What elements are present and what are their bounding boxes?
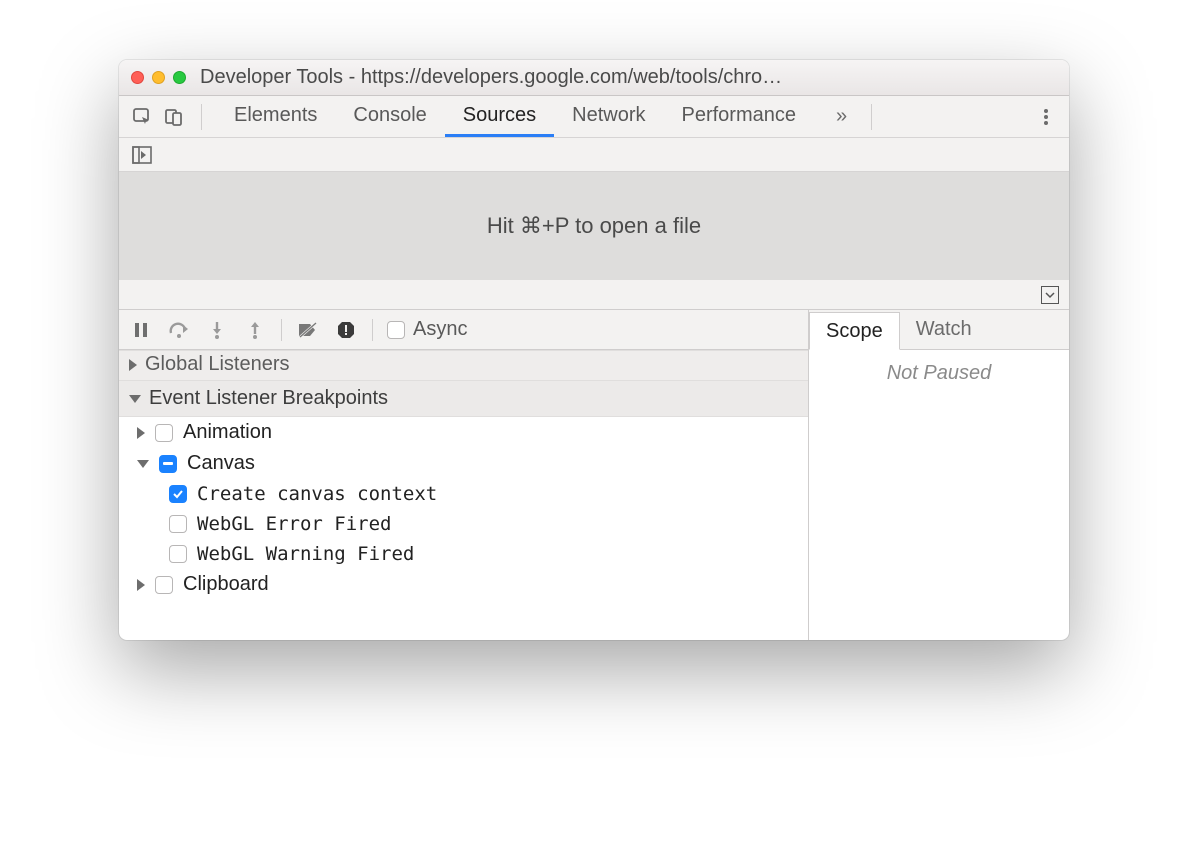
kebab-menu-icon[interactable] xyxy=(1033,107,1059,127)
titlebar: Developer Tools - https://developers.goo… xyxy=(119,60,1069,96)
sources-subbar xyxy=(119,138,1069,172)
tab-performance[interactable]: Performance xyxy=(664,96,815,137)
scope-tabs: Scope Watch xyxy=(809,310,1069,350)
category-label: Canvas xyxy=(187,452,255,475)
devtools-window: Developer Tools - https://developers.goo… xyxy=(119,60,1069,640)
scope-status: Not Paused xyxy=(809,350,1069,640)
step-over-icon[interactable] xyxy=(167,318,191,342)
category-label: Animation xyxy=(183,421,272,444)
scope-pane: Scope Watch Not Paused xyxy=(809,310,1069,640)
step-into-icon[interactable] xyxy=(205,318,229,342)
open-file-hint-text: Hit ⌘+P to open a file xyxy=(487,213,701,239)
breakpoint-checkbox[interactable] xyxy=(169,485,187,503)
open-file-hint: Hit ⌘+P to open a file xyxy=(119,172,1069,280)
breakpoint-label: WebGL Error Fired xyxy=(197,513,391,535)
tab-elements[interactable]: Elements xyxy=(216,96,335,137)
category-canvas[interactable]: Canvas xyxy=(119,448,808,479)
drawer-bar xyxy=(119,280,1069,310)
scope-status-text: Not Paused xyxy=(887,362,992,385)
section-event-listener-breakpoints[interactable]: Event Listener Breakpoints xyxy=(119,381,808,417)
separator xyxy=(871,104,872,130)
tab-watch[interactable]: Watch xyxy=(900,310,988,349)
main-tabbar: Elements Console Sources Network Perform… xyxy=(119,96,1069,138)
section-global-listeners[interactable]: Global Listeners xyxy=(119,350,808,381)
pause-on-exceptions-icon[interactable] xyxy=(334,318,358,342)
main-tabs: Elements Console Sources Network Perform… xyxy=(216,96,814,137)
chevron-down-icon xyxy=(129,395,141,403)
category-checkbox[interactable] xyxy=(155,576,173,594)
category-animation[interactable]: Animation xyxy=(119,417,808,448)
async-checkbox[interactable] xyxy=(387,321,405,339)
window-title: Developer Tools - https://developers.goo… xyxy=(200,66,1057,89)
traffic-lights xyxy=(131,71,186,84)
chevron-right-icon xyxy=(137,579,145,591)
breakpoint-label: WebGL Warning Fired xyxy=(197,543,414,565)
breakpoint-webgl-warning-fired[interactable]: WebGL Warning Fired xyxy=(119,539,808,569)
breakpoint-create-canvas-context[interactable]: Create canvas context xyxy=(119,479,808,509)
close-window-button[interactable] xyxy=(131,71,144,84)
separator xyxy=(372,319,373,341)
minimize-window-button[interactable] xyxy=(152,71,165,84)
breakpoint-checkbox[interactable] xyxy=(169,545,187,563)
category-checkbox[interactable] xyxy=(159,455,177,473)
breakpoint-checkbox[interactable] xyxy=(169,515,187,533)
separator xyxy=(281,319,282,341)
inspect-element-icon[interactable] xyxy=(129,104,155,130)
category-clipboard[interactable]: Clipboard xyxy=(119,569,808,600)
tab-scope[interactable]: Scope xyxy=(809,312,900,350)
tab-network[interactable]: Network xyxy=(554,96,663,137)
tab-sources[interactable]: Sources xyxy=(445,96,554,137)
category-label: Clipboard xyxy=(183,573,269,596)
chevron-right-icon xyxy=(137,427,145,439)
breakpoint-webgl-error-fired[interactable]: WebGL Error Fired xyxy=(119,509,808,539)
expand-drawer-icon[interactable] xyxy=(1041,286,1059,304)
debug-toolbar: Async xyxy=(119,310,808,350)
tab-console[interactable]: Console xyxy=(335,96,444,137)
zoom-window-button[interactable] xyxy=(173,71,186,84)
breakpoint-tree: Animation Canvas Create canvas context xyxy=(119,417,808,600)
section-label: Event Listener Breakpoints xyxy=(149,387,388,410)
pause-icon[interactable] xyxy=(129,318,153,342)
breakpoint-label: Create canvas context xyxy=(197,483,437,505)
chevron-right-icon xyxy=(129,359,137,371)
step-out-icon[interactable] xyxy=(243,318,267,342)
tabs-overflow-button[interactable]: » xyxy=(826,105,857,128)
debugger-left-pane: Async Global Listeners Event Listener Br… xyxy=(119,310,809,640)
chevron-down-icon xyxy=(137,460,149,468)
show-navigator-icon[interactable] xyxy=(129,142,155,168)
section-label: Global Listeners xyxy=(145,353,290,376)
async-label: Async xyxy=(413,318,467,341)
deactivate-breakpoints-icon[interactable] xyxy=(296,318,320,342)
async-toggle[interactable]: Async xyxy=(387,318,467,341)
device-toggle-icon[interactable] xyxy=(161,104,187,130)
separator xyxy=(201,104,202,130)
category-checkbox[interactable] xyxy=(155,424,173,442)
debugger-pane: Async Global Listeners Event Listener Br… xyxy=(119,310,1069,640)
